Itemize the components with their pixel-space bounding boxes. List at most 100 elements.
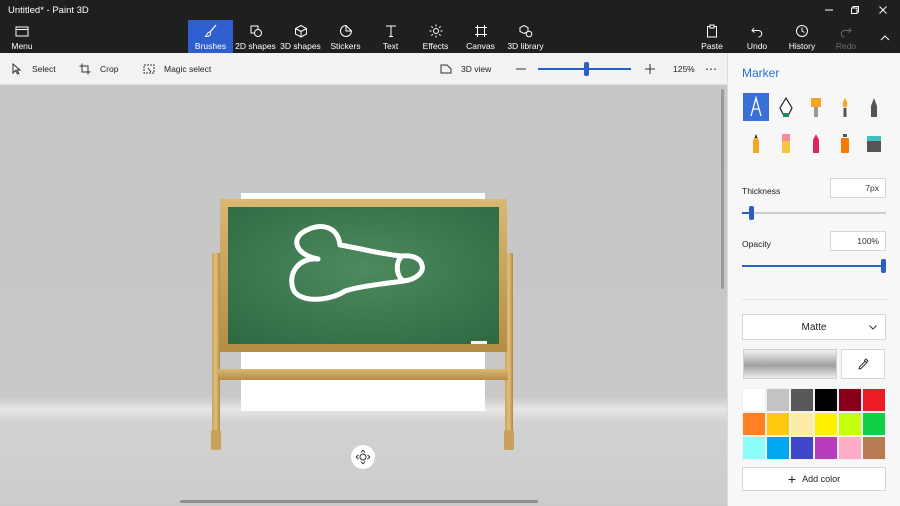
tool-label: 3D library (507, 41, 544, 51)
add-color-label: Add color (802, 474, 841, 484)
pixel-pen-icon (871, 98, 877, 117)
opacity-slider-thumb[interactable] (881, 259, 886, 273)
oil-brush-icon (811, 98, 821, 117)
marker-brush[interactable] (743, 93, 769, 121)
cube-icon (294, 24, 307, 38)
pixel-pen-brush[interactable] (861, 93, 887, 121)
spray-can-brush[interactable] (832, 129, 858, 157)
pencil-brush[interactable] (743, 129, 769, 157)
horizontal-scrollbar[interactable] (180, 500, 538, 503)
color-swatch[interactable] (838, 388, 862, 412)
crop-label: Crop (100, 64, 119, 74)
finish-dropdown[interactable]: Matte (742, 314, 886, 340)
color-swatch[interactable] (838, 436, 862, 460)
crop-button[interactable]: Crop (79, 53, 118, 85)
tool-3d-shapes[interactable]: 3D shapes (278, 20, 323, 53)
opacity-input[interactable]: 100% (830, 231, 886, 251)
thickness-slider[interactable] (742, 206, 886, 220)
eraser-brush[interactable] (773, 129, 799, 157)
brush-panel: Marker Thickness 7px Opacity 100% Matte … (727, 53, 900, 506)
zoom-slider[interactable] (538, 62, 631, 76)
color-swatch[interactable] (766, 436, 790, 460)
tool-label: 2D shapes (235, 41, 276, 51)
color-swatch[interactable] (766, 388, 790, 412)
oil-brush[interactable] (803, 93, 829, 121)
current-color-swatch[interactable] (743, 349, 837, 379)
zoom-level: 125% (673, 53, 695, 85)
rotate-handle[interactable] (350, 444, 376, 470)
spray-can-icon (841, 134, 849, 153)
restore-button[interactable] (842, 0, 868, 20)
3d-view-button[interactable]: 3D view (440, 53, 491, 85)
more-options-button[interactable]: ⋯ (705, 53, 717, 85)
watercolor-brush[interactable] (832, 93, 858, 121)
tool-2d-shapes[interactable]: 2D shapes (233, 20, 278, 53)
chevron-up-icon (880, 35, 890, 41)
paste-button[interactable]: Paste (694, 20, 730, 53)
tool-text[interactable]: Text (368, 20, 413, 53)
select-label: Select (32, 64, 56, 74)
opacity-slider-fill (742, 265, 883, 267)
eyedropper-button[interactable] (841, 349, 885, 379)
history-icon (796, 25, 808, 37)
thickness-label: Thickness (742, 186, 781, 196)
close-icon (879, 6, 887, 14)
add-color-button[interactable]: + Add color (742, 467, 886, 491)
color-swatch[interactable] (862, 436, 886, 460)
title-bar: Untitled* - Paint 3D (0, 0, 900, 20)
color-swatch[interactable] (790, 412, 814, 436)
canvas-area[interactable] (0, 85, 727, 506)
tool-brushes[interactable]: Brushes (188, 20, 233, 53)
color-swatch[interactable] (766, 412, 790, 436)
tool-3d-library[interactable]: 3D library (503, 20, 548, 53)
color-swatch[interactable] (814, 436, 838, 460)
easel-foot-left (211, 430, 221, 450)
zoom-slider-thumb[interactable] (584, 62, 589, 76)
chalkboard (228, 207, 499, 344)
tool-effects[interactable]: Effects (413, 20, 458, 53)
close-button[interactable] (870, 0, 896, 20)
library-icon (519, 24, 532, 38)
color-swatch[interactable] (862, 412, 886, 436)
history-label: History (788, 41, 816, 51)
3d-view-icon (440, 64, 452, 74)
minimize-button[interactable] (816, 0, 842, 20)
color-swatch[interactable] (742, 412, 766, 436)
undo-button[interactable]: Undo (740, 20, 774, 53)
plus-icon: + (787, 471, 797, 487)
canvas-toolbar: Select Crop Magic select 3D view 125% ⋯ (0, 53, 727, 85)
color-swatch[interactable] (838, 412, 862, 436)
thickness-slider-thumb[interactable] (749, 206, 754, 220)
vertical-scrollbar[interactable] (721, 89, 724, 289)
select-button[interactable]: Select (11, 53, 56, 85)
panel-title: Marker (742, 66, 780, 80)
zoom-in-button[interactable] (644, 53, 665, 85)
menu-button[interactable]: Menu (2, 20, 42, 53)
color-swatch[interactable] (790, 388, 814, 412)
opacity-slider[interactable] (742, 259, 886, 273)
tool-canvas[interactable]: Canvas (458, 20, 503, 53)
magic-select-button[interactable]: Magic select (143, 53, 211, 85)
fill-brush[interactable] (861, 129, 887, 157)
opacity-label: Opacity (742, 239, 771, 249)
color-swatch[interactable] (814, 412, 838, 436)
calligraphy-pen-brush[interactable] (773, 93, 799, 121)
color-swatch[interactable] (790, 436, 814, 460)
color-swatch[interactable] (814, 388, 838, 412)
history-button[interactable]: History (783, 20, 821, 53)
eraser-icon (782, 134, 790, 153)
redo-button[interactable]: Redo (830, 20, 862, 53)
tool-label: Stickers (330, 41, 361, 51)
thickness-input[interactable]: 7px (830, 178, 886, 198)
magic-select-label: Magic select (164, 64, 212, 74)
crayon-brush[interactable] (803, 129, 829, 157)
color-swatch[interactable] (862, 388, 886, 412)
window-title: Untitled* - Paint 3D (8, 5, 89, 16)
zoom-value: 125% (673, 64, 695, 74)
collapse-ribbon-button[interactable] (872, 20, 898, 53)
color-swatch[interactable] (742, 436, 766, 460)
color-swatch[interactable] (742, 388, 766, 412)
zoom-out-button[interactable] (515, 53, 536, 85)
tool-stickers[interactable]: Stickers (323, 20, 368, 53)
undo-icon (751, 27, 763, 38)
